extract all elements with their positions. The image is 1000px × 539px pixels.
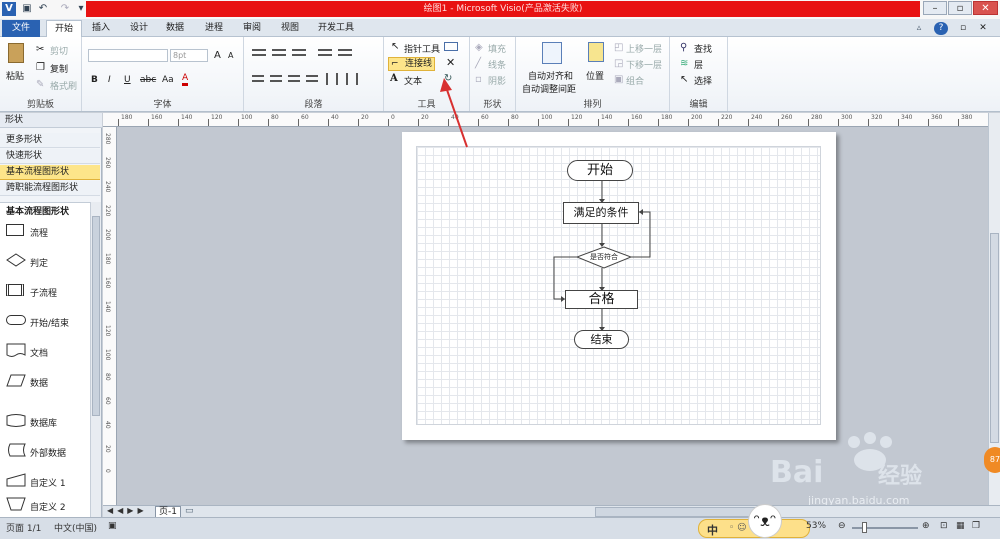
zoom-in-icon[interactable]: ⊕ [922, 521, 930, 531]
zoom-slider-thumb[interactable] [862, 522, 867, 533]
fit-page-icon[interactable]: ⊡ [940, 521, 948, 531]
side-badge[interactable]: 87 [984, 447, 1000, 473]
page-nav-arrows[interactable]: ◀◀▶▶ [107, 506, 148, 515]
switch-windows-icon[interactable]: ❐ [972, 521, 980, 531]
macro-icon[interactable]: ▣ [108, 521, 117, 531]
visio-window: V ▣ ↶ ↷ ▾ 绘图1 - Microsoft Visio(产品激活失败) … [0, 0, 1000, 539]
flow-decision: 是否符合 [590, 253, 618, 261]
ime-mode[interactable]: 中 [707, 522, 718, 538]
red-arrow-annotation [440, 78, 468, 148]
flow-pass[interactable]: 合格 [565, 290, 638, 309]
zoom-out-icon[interactable]: ⊖ [838, 521, 846, 531]
baidu-watermark-brand2: 经验 [878, 464, 923, 489]
ime-punct-icon[interactable]: ◦ ☺ [729, 523, 747, 533]
status-bar: 页面 1/1 中文(中国) ▣ 中 ◦ ☺ ᵔᴥᵔ 53% ⊖ ⊕ ⊡ ▦ ❐ [0, 504, 1000, 539]
ime-mascot-icon: ᵔᴥᵔ [748, 504, 782, 538]
status-page[interactable]: 页面 1/1 [6, 521, 41, 534]
pan-zoom-icon[interactable]: ▦ [956, 521, 965, 531]
insert-page-icon[interactable]: ▭ [185, 506, 194, 516]
status-zoom[interactable]: 53% [806, 521, 826, 531]
flow-end[interactable]: 结束 [574, 330, 629, 349]
flow-start[interactable]: 开始 [567, 160, 633, 181]
horizontal-scroll-thumb[interactable] [595, 507, 755, 517]
status-language[interactable]: 中文(中国) [54, 521, 97, 534]
canvas-scroll-thumb[interactable] [990, 233, 999, 443]
baidu-watermark-brand: Bai [770, 455, 824, 490]
flow-process[interactable]: 满足的条件 [563, 202, 639, 224]
